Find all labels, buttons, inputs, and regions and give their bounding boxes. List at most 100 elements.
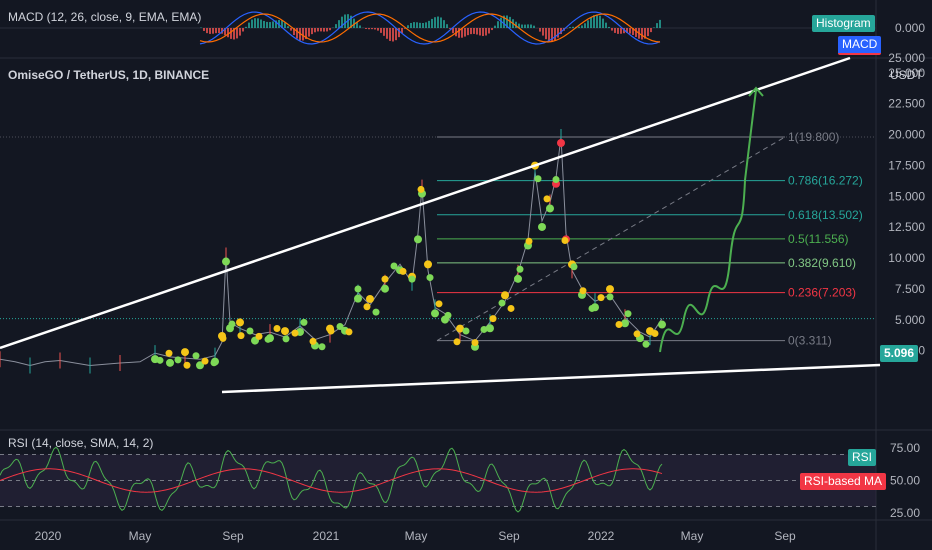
macd-histogram-bar	[200, 27, 202, 28]
macd-histogram-bar	[653, 27, 655, 28]
x-tick-label: May	[129, 529, 152, 543]
macd-histogram-bar	[635, 28, 637, 37]
macd-histogram-bar	[254, 18, 256, 28]
macd-histogram-bar	[659, 19, 661, 28]
macd-histogram-bar	[344, 14, 346, 28]
signal-dot	[372, 308, 380, 316]
signal-dot	[444, 311, 452, 319]
macd-histogram-bar	[338, 20, 340, 28]
macd-histogram-bar	[593, 15, 595, 28]
signal-dot	[318, 343, 326, 351]
macd-histogram-bar	[419, 22, 421, 28]
macd-histogram-bar	[323, 28, 325, 32]
fib-level-label: 0.382(9.610)	[788, 256, 856, 270]
signal-dot	[514, 274, 522, 283]
signal-dot	[570, 263, 578, 271]
macd-histogram-bar	[242, 28, 244, 32]
macd-histogram-bar	[326, 28, 328, 32]
macd-histogram-bar	[464, 28, 466, 37]
macd-histogram-bar	[497, 21, 499, 28]
macd-histogram-bar	[554, 28, 556, 41]
signal-dot	[414, 235, 422, 244]
macd-histogram-bar	[620, 28, 622, 34]
macd-histogram-bar	[641, 28, 643, 40]
macd-histogram-bar	[227, 28, 229, 38]
macd-histogram-bar	[236, 28, 238, 39]
macd-histogram-bar	[365, 28, 367, 29]
signal-dot	[354, 294, 362, 303]
macd-histogram-bar	[284, 22, 286, 28]
signal-dot	[480, 325, 488, 333]
x-tick-label: Sep	[222, 529, 244, 543]
signal-dot	[354, 285, 362, 293]
x-tick-label: 2020	[35, 529, 62, 543]
macd-histogram-bar	[230, 28, 232, 39]
signal-dot	[246, 327, 254, 335]
rsi-tick-label: 75.00	[890, 441, 920, 455]
signal-dot	[166, 358, 174, 367]
macd-histogram-bar	[329, 28, 331, 31]
signal-dot	[291, 329, 299, 337]
signal-dot	[597, 294, 605, 302]
signal-dot	[363, 303, 371, 311]
signal-dot	[615, 321, 623, 329]
macd-histogram-bar	[608, 26, 610, 28]
macd-histogram-bar	[377, 28, 379, 31]
macd-histogram-bar	[647, 28, 649, 37]
macd-histogram-bar	[572, 26, 574, 28]
signal-dot	[588, 304, 596, 312]
macd-histogram-bar	[629, 28, 631, 34]
price-axis-unit: USDT	[890, 68, 923, 82]
x-tick-label: May	[681, 529, 704, 543]
macd-histogram-bar	[308, 28, 310, 37]
signal-dot	[546, 204, 554, 213]
fib-level-label: 0(3.311)	[788, 334, 832, 348]
signal-dot	[181, 348, 189, 357]
macd-histogram-bar	[476, 28, 478, 35]
macd-histogram-bar	[392, 28, 394, 42]
histogram-legend: Histogram	[812, 15, 875, 32]
macd-tick-label: 0.000	[895, 21, 925, 35]
fib-level-label: 0.236(7.203)	[788, 286, 856, 300]
signal-dot	[264, 335, 272, 343]
signal-dot	[498, 299, 506, 307]
signal-dot	[408, 275, 416, 283]
macd-histogram-bar	[530, 24, 532, 28]
rsi-pane	[0, 446, 876, 513]
macd-histogram-bar	[359, 25, 361, 28]
macd-histogram-bar	[587, 20, 589, 28]
macd-histogram-bar	[650, 28, 652, 33]
rsi-tick-label: 25.00	[890, 506, 920, 520]
macd-histogram-bar	[206, 28, 208, 34]
signal-dot	[222, 257, 230, 266]
macd-histogram-bar	[533, 25, 535, 28]
signal-dot	[390, 262, 398, 270]
signal-dot	[462, 327, 470, 335]
macd-histogram-bar	[440, 17, 442, 28]
rsi-ma-legend: RSI-based MA	[800, 473, 887, 490]
price-tick-label: 15.000	[888, 189, 925, 203]
signal-dot	[606, 285, 614, 294]
signal-dot	[435, 300, 443, 308]
signal-dot	[156, 356, 164, 364]
macd-histogram-bar	[605, 22, 607, 28]
macd-histogram-bar	[500, 17, 502, 28]
price-tick-label: 17.500	[888, 158, 925, 172]
macd-histogram-bar	[470, 28, 472, 35]
signal-dot	[534, 175, 542, 183]
macd-histogram-bar	[557, 28, 559, 38]
signal-dot	[624, 310, 632, 318]
macd-histogram-bar	[389, 28, 391, 41]
macd-histogram-bar	[584, 23, 586, 28]
signal-dot	[633, 330, 641, 338]
signal-dot	[399, 267, 407, 275]
macd-histogram-bar	[494, 25, 496, 28]
macd-histogram-bar	[290, 28, 292, 31]
macd-histogram-bar	[413, 22, 415, 28]
macd-histogram-bar	[386, 28, 388, 39]
signal-dot	[165, 349, 173, 357]
macd-histogram-bar	[251, 19, 253, 28]
signal-dot	[381, 275, 389, 283]
macd-histogram-bar	[287, 26, 289, 28]
macd-histogram-bar	[302, 28, 304, 41]
